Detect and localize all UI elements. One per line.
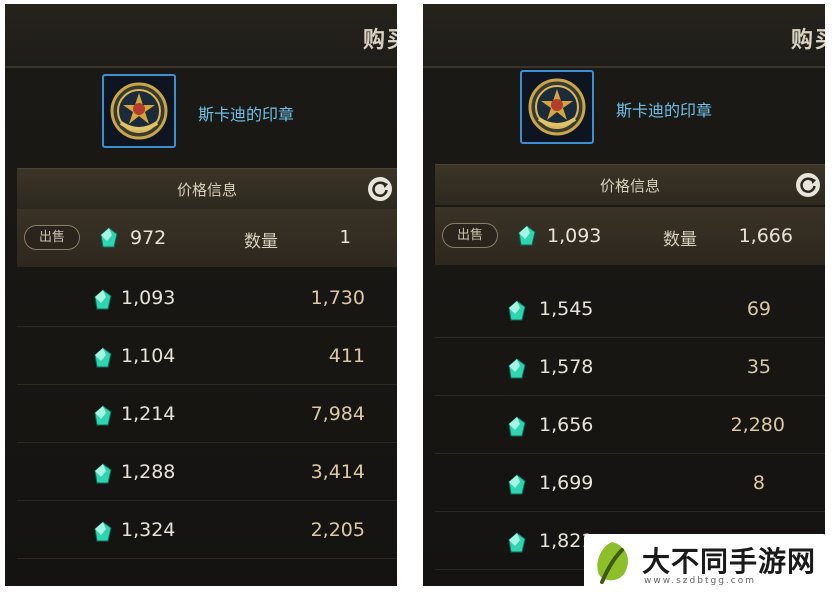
gem-icon [518,225,536,246]
listing-price: 1,214 [121,403,176,425]
seal-icon [110,82,168,140]
selected-listing-row[interactable]: 出售 972 数量 1 [17,209,397,267]
listing-quantity: 1,730 [310,287,365,309]
listing-row[interactable]: 1,656 2,280 [435,396,825,454]
listing-row[interactable]: 1,214 7,984 [17,385,397,443]
panel-title: 购买 [790,28,825,53]
listing-row[interactable]: 1,699 8 [435,454,825,512]
panel-title: 购买 [362,28,397,53]
price-info-label: 价格信息 [176,181,237,199]
gem-icon [508,300,526,321]
gem-icon [94,521,112,542]
listing-quantity: 69 [746,298,771,320]
listing-quantity: 1 [339,227,351,248]
listing-price: 1,578 [539,356,594,378]
item-icon-slot[interactable] [102,74,176,148]
listing-price: 1,699 [539,472,594,494]
listing-price: 1,288 [121,461,176,483]
gem-icon [508,358,526,379]
gem-icon [508,532,526,553]
gem-icon [508,474,526,495]
listing-row[interactable]: 1,545 69 [435,280,825,338]
item-name: 斯卡迪的印章 [198,105,295,124]
listing-quantity: 35 [746,356,771,378]
panel-header: 购买 [5,4,397,68]
listing-row[interactable]: 1,104 411 [17,327,397,385]
listing-quantity: 8 [752,472,765,494]
listing-price: 1,093 [121,287,176,309]
sell-button[interactable]: 出售 [442,223,498,248]
price-info-header: 价格信息 [435,164,825,205]
selected-listing-row[interactable]: 出售 1,093 数量 1,666 [435,207,825,265]
listing-quantity: 7,984 [310,403,365,425]
listing-price: 1,104 [121,345,176,367]
listing-price: 972 [130,227,167,249]
watermark-text: 大不同手游网 [642,545,817,578]
watermark-url: www.szdbtgg.com [644,576,756,586]
gem-icon [94,405,112,426]
listing-row[interactable]: 1,578 35 [435,338,825,396]
listing-price: 1,656 [539,414,594,436]
sell-button[interactable]: 出售 [24,225,80,250]
listing-quantity: 3,414 [310,461,365,483]
listing-price: 1,093 [547,225,602,247]
listing-quantity: 2,205 [310,519,365,541]
gem-icon [508,416,526,437]
listing-row[interactable]: 1,288 3,414 [17,443,397,501]
listing-quantity: 2,280 [730,414,785,436]
market-panel-left: 购买 斯卡迪的印章 价格信息 出售 972 数量 1 1,093 1,730 [5,4,397,586]
listing-price: 1,324 [121,519,176,541]
refresh-icon[interactable] [795,172,821,198]
quantity-label: 数量 [244,232,278,252]
price-info-label: 价格信息 [599,177,660,195]
panel-header: 购买 [423,4,825,68]
quantity-label: 数量 [663,230,697,250]
listing-price: 1,545 [539,298,594,320]
seal-icon [528,78,586,136]
gem-icon [94,347,112,368]
listing-quantity: 1,666 [738,225,793,247]
market-panel-right: 购买 斯卡迪的印章 价格信息 出售 1,093 数量 1,666 1,545 [423,4,825,586]
gem-icon [94,463,112,484]
listing-row[interactable]: 1,324 2,205 [17,501,397,559]
listing-row[interactable]: 1,093 1,730 [17,269,397,327]
item-name: 斯卡迪的印章 [616,101,713,120]
gem-icon [100,227,118,248]
leaf-logo-icon [597,542,628,584]
listing-quantity: 411 [328,345,365,367]
refresh-icon[interactable] [367,176,393,202]
price-info-header: 价格信息 [17,168,397,209]
item-icon-slot[interactable] [520,70,594,144]
site-watermark: 大不同手游网 www.szdbtgg.com [584,534,827,590]
gem-icon [94,289,112,310]
